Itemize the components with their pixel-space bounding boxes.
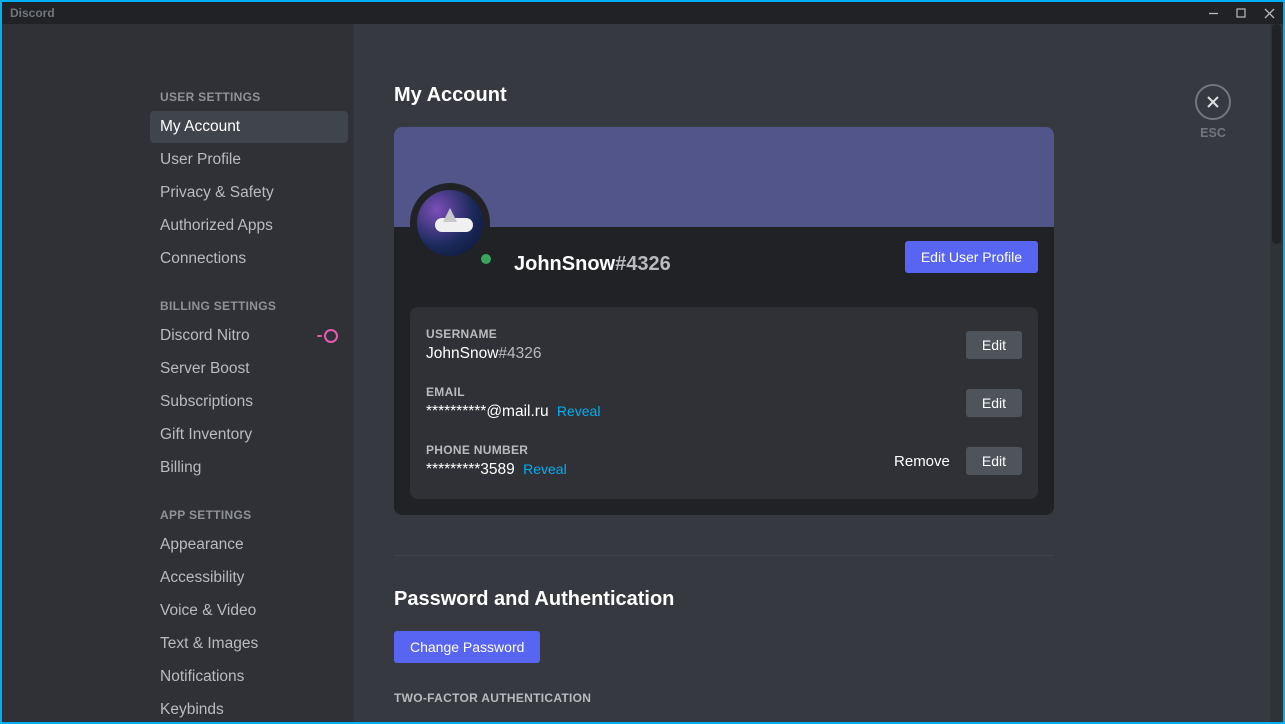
edit-phone-button[interactable]: Edit [966,447,1022,475]
sidebar-item-gift-inventory[interactable]: Gift Inventory [150,419,348,451]
sidebar-item-authorized-apps[interactable]: Authorized Apps [150,210,348,242]
scrollbar[interactable] [1270,24,1283,722]
sidebar-item-text-images[interactable]: Text & Images [150,628,348,660]
status-online-icon [476,249,496,269]
profile-name: JohnSnow#4326 [514,239,671,276]
section-divider [394,555,1054,556]
close-icon [1204,93,1222,111]
minimize-button[interactable] [1199,2,1227,24]
username-label: USERNAME [426,327,542,341]
avatar[interactable] [410,183,502,275]
reveal-phone-button[interactable]: Reveal [523,461,567,477]
sidebar-item-user-profile[interactable]: User Profile [150,144,348,176]
account-fields: USERNAME JohnSnow#4326 Edit EMAIL ******… [410,307,1038,499]
sidebar-item-privacy-safety[interactable]: Privacy & Safety [150,177,348,209]
change-password-button[interactable]: Change Password [394,631,540,663]
reveal-email-button[interactable]: Reveal [557,403,601,419]
settings-content: ESC My Account JohnSnow#4326 Edit User P… [354,24,1283,722]
email-label: EMAIL [426,385,600,399]
sidebar-item-keybinds[interactable]: Keybinds [150,694,348,722]
sidebar-item-connections[interactable]: Connections [150,243,348,275]
field-username: USERNAME JohnSnow#4326 Edit [426,323,1022,381]
sidebar-header-user: USER SETTINGS [150,84,348,110]
sidebar-item-billing[interactable]: Billing [150,452,348,484]
titlebar: Discord [2,2,1283,24]
email-value: **********@mail.ru Reveal [426,403,600,421]
phone-label: PHONE NUMBER [426,443,567,457]
sidebar-item-server-boost[interactable]: Server Boost [150,353,348,385]
edit-username-button[interactable]: Edit [966,331,1022,359]
account-card: JohnSnow#4326 Edit User Profile USERNAME… [394,127,1054,515]
app-name: Discord [10,6,55,20]
maximize-button[interactable] [1227,2,1255,24]
field-email: EMAIL **********@mail.ru Reveal Edit [426,381,1022,439]
remove-phone-button[interactable]: Remove [894,453,950,470]
nitro-icon [317,329,338,343]
close-esc-label: ESC [1195,126,1231,140]
scrollbar-thumb[interactable] [1272,24,1281,244]
edit-email-button[interactable]: Edit [966,389,1022,417]
sidebar-item-voice-video[interactable]: Voice & Video [150,595,348,627]
sidebar-header-app: APP SETTINGS [150,502,348,528]
page-title: My Account [394,84,1243,107]
username-value: JohnSnow#4326 [426,345,542,363]
field-phone: PHONE NUMBER *********3589 Reveal Remove… [426,439,1022,483]
edit-user-profile-button[interactable]: Edit User Profile [905,241,1038,273]
sidebar-item-accessibility[interactable]: Accessibility [150,562,348,594]
sidebar-item-subscriptions[interactable]: Subscriptions [150,386,348,418]
two-factor-heading: TWO-FACTOR AUTHENTICATION [394,691,1243,705]
sidebar-header-billing: BILLING SETTINGS [150,293,348,319]
sidebar-item-discord-nitro[interactable]: Discord Nitro [150,320,348,352]
sidebar-item-appearance[interactable]: Appearance [150,529,348,561]
sidebar-item-notifications[interactable]: Notifications [150,661,348,693]
close-settings-button[interactable] [1195,84,1231,120]
phone-value: *********3589 Reveal [426,461,567,479]
password-auth-heading: Password and Authentication [394,588,1243,611]
close-window-button[interactable] [1255,2,1283,24]
settings-sidebar: USER SETTINGS My Account User Profile Pr… [2,24,354,722]
sidebar-item-my-account[interactable]: My Account [150,111,348,143]
window-controls [1199,2,1283,24]
